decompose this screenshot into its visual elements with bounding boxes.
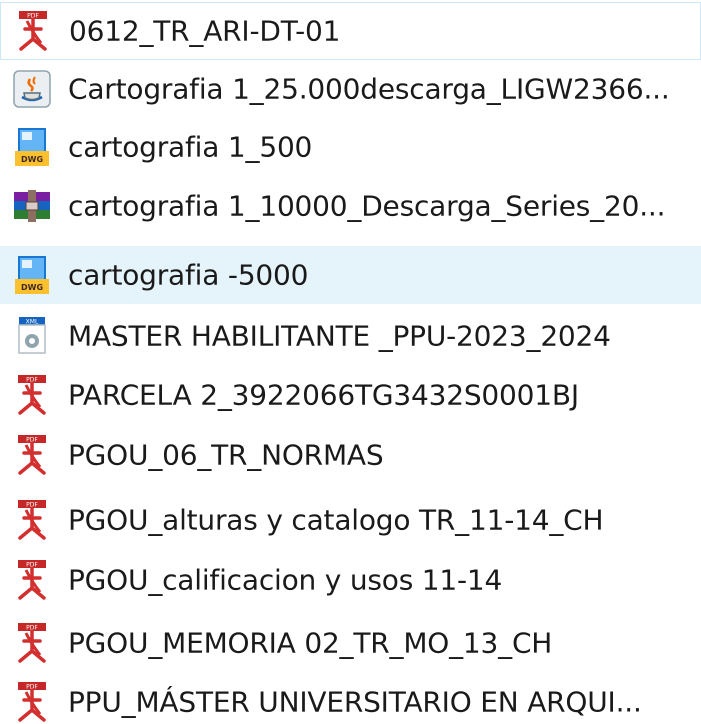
file-name: Cartografia 1_25.000descarga_LIGW2366...: [68, 72, 670, 106]
pdf-icon: PDF: [10, 373, 54, 417]
winrar-archive-icon: [10, 184, 54, 228]
file-row-cartografia-1-25000[interactable]: Cartografia 1_25.000descarga_LIGW2366...: [0, 60, 701, 118]
pdf-icon: PDF: [10, 621, 54, 665]
file-name: MASTER HABILITANTE _PPU-2023_2024: [68, 319, 611, 353]
dwg-icon: DWG: [10, 253, 54, 297]
file-name: cartografia -5000: [68, 258, 309, 292]
file-name: PPU_MÁSTER UNIVERSITARIO EN ARQUI...: [68, 685, 642, 719]
file-row-cartografia-1-10000[interactable]: cartografia 1_10000_Descarga_Series_20..…: [0, 177, 701, 235]
file-row-pgou-06-tr-normas[interactable]: PDF PGOU_06_TR_NORMAS: [0, 426, 701, 484]
pdf-icon: PDF: [10, 558, 54, 602]
file-row-parcela-2[interactable]: PDF PARCELA 2_3922066TG3432S0001BJ: [0, 366, 701, 424]
file-name: PARCELA 2_3922066TG3432S0001BJ: [68, 378, 579, 412]
pdf-icon: PDF: [11, 9, 55, 53]
file-name: PGOU_06_TR_NORMAS: [68, 438, 384, 472]
file-name: cartografia 1_10000_Descarga_Series_20..…: [68, 189, 666, 223]
file-row-pgou-calificacion[interactable]: PDF PGOU_calificacion y usos 11-14: [0, 551, 701, 609]
svg-text:DWG: DWG: [21, 155, 43, 164]
svg-text:DWG: DWG: [21, 283, 43, 292]
file-row-pgou-memoria[interactable]: PDF PGOU_MEMORIA 02_TR_MO_13_CH: [0, 614, 701, 672]
file-name: 0612_TR_ARI-DT-01: [69, 14, 341, 48]
file-row-ppu-master[interactable]: PDF PPU_MÁSTER UNIVERSITARIO EN ARQUI...: [0, 673, 701, 724]
file-name: cartografia 1_500: [68, 130, 313, 164]
java-icon: [10, 67, 54, 111]
file-row-0612-tr-ari-dt-01[interactable]: PDF 0612_TR_ARI-DT-01: [0, 2, 701, 60]
file-row-cartografia-1-500[interactable]: DWG cartografia 1_500: [0, 118, 701, 176]
file-list: PDF 0612_TR_ARI-DT-01 Cartografia 1_25.0…: [0, 0, 701, 724]
file-name: PGOU_calificacion y usos 11-14: [68, 563, 503, 597]
file-row-cartografia-5000[interactable]: DWG cartografia -5000: [0, 246, 701, 304]
xml-document-icon: XML: [10, 314, 54, 358]
pdf-icon: PDF: [10, 433, 54, 477]
file-name: PGOU_alturas y catalogo TR_11-14_CH: [68, 503, 604, 537]
file-row-master-habilitante[interactable]: XML MASTER HABILITANTE _PPU-2023_2024: [0, 307, 701, 365]
pdf-icon: PDF: [10, 498, 54, 542]
pdf-icon: PDF: [10, 680, 54, 724]
file-row-pgou-alturas[interactable]: PDF PGOU_alturas y catalogo TR_11-14_CH: [0, 491, 701, 549]
dwg-icon: DWG: [10, 125, 54, 169]
file-name: PGOU_MEMORIA 02_TR_MO_13_CH: [68, 626, 553, 660]
